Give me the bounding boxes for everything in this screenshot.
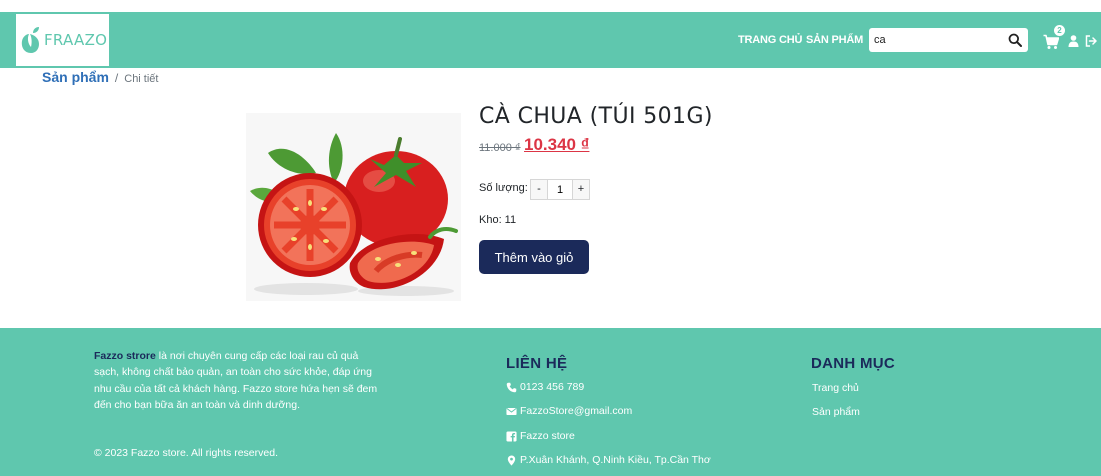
site-footer: Fazzo strore là nơi chuyên cung cấp các … bbox=[0, 328, 1101, 476]
add-to-cart-button[interactable]: Thêm vào giỏ bbox=[479, 240, 589, 274]
facebook-icon bbox=[506, 430, 517, 442]
breadcrumb: Sản phẩm / Chi tiết bbox=[42, 69, 159, 85]
footer-about: Fazzo strore là nơi chuyên cung cấp các … bbox=[94, 348, 384, 413]
search-icon[interactable] bbox=[1008, 33, 1022, 47]
contact-heading: LIÊN HỆ bbox=[506, 355, 568, 372]
cart-icon[interactable] bbox=[1043, 34, 1059, 50]
contact-address[interactable]: P.Xuân Khánh, Q.Ninh Kiều, Tp.Cần Thơ bbox=[506, 454, 711, 466]
search-input[interactable] bbox=[874, 32, 999, 48]
breadcrumb-separator: / bbox=[114, 71, 119, 85]
decrease-quantity-button[interactable]: - bbox=[531, 180, 547, 199]
contact-email[interactable]: FazzoStore@gmail.com bbox=[506, 405, 632, 417]
product-image bbox=[246, 113, 461, 301]
user-icon[interactable] bbox=[1068, 35, 1079, 47]
footer-link-home[interactable]: Trang chủ bbox=[812, 382, 859, 394]
cart-count-badge: 2 bbox=[1054, 25, 1065, 36]
contact-phone-text: 0123 456 789 bbox=[520, 381, 585, 393]
sale-price: 10.340 ₫ bbox=[524, 135, 590, 154]
footer-brand: Fazzo strore bbox=[94, 350, 156, 362]
stock-text: Kho: 11 bbox=[479, 214, 517, 226]
footer-link-products[interactable]: Sản phẩm bbox=[812, 406, 860, 418]
quantity-input[interactable] bbox=[547, 180, 573, 199]
top-navbar: FRAAZO TRANG CHỦ SẢN PHẨM 2 bbox=[0, 12, 1101, 68]
contact-address-text: P.Xuân Khánh, Q.Ninh Kiều, Tp.Cần Thơ bbox=[520, 454, 711, 466]
copyright: © 2023 Fazzo store. All rights reserved. bbox=[94, 447, 278, 459]
contact-phone[interactable]: 0123 456 789 bbox=[506, 381, 584, 393]
page: FRAAZO TRANG CHỦ SẢN PHẨM 2 Sả bbox=[0, 0, 1101, 476]
map-marker-icon bbox=[507, 454, 516, 466]
site-logo[interactable]: FRAAZO bbox=[16, 14, 109, 66]
breadcrumb-products-link[interactable]: Sản phẩm bbox=[42, 69, 109, 85]
quantity-stepper: - + bbox=[530, 179, 590, 200]
old-price: 11.000 ₫ bbox=[479, 142, 521, 154]
category-heading: DANH MỤC bbox=[811, 355, 896, 372]
contact-email-text: FazzoStore@gmail.com bbox=[520, 405, 633, 417]
breadcrumb-current: Chi tiết bbox=[124, 73, 159, 85]
logout-icon[interactable] bbox=[1085, 35, 1097, 47]
nav-home-link[interactable]: TRANG CHỦ bbox=[738, 34, 802, 46]
increase-quantity-button[interactable]: + bbox=[573, 180, 589, 199]
product-title: CÀ CHUA (TÚI 501G) bbox=[479, 104, 713, 129]
logo-text: FRAAZO bbox=[44, 31, 108, 49]
search-box bbox=[869, 28, 1028, 52]
quantity-label: Số lượng: bbox=[479, 182, 528, 194]
phone-icon bbox=[506, 382, 517, 392]
leaf-logo-icon bbox=[21, 27, 39, 53]
nav-products-link[interactable]: SẢN PHẨM bbox=[806, 34, 863, 46]
contact-facebook-text: Fazzo store bbox=[520, 430, 575, 442]
envelope-icon bbox=[506, 407, 517, 415]
tomato-image bbox=[246, 113, 461, 301]
contact-facebook[interactable]: Fazzo store bbox=[506, 430, 575, 442]
